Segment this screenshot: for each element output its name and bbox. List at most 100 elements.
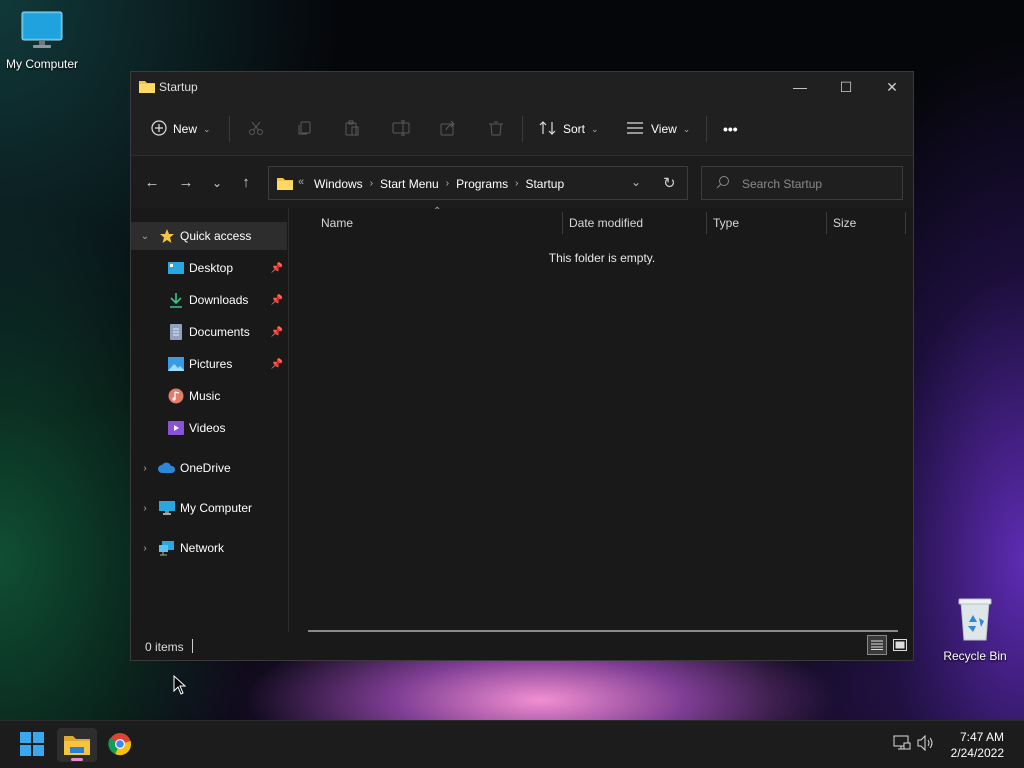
chevron-down-icon: ⌄ — [591, 123, 599, 134]
pictures-icon — [167, 356, 185, 372]
desktop-icon-my-computer[interactable]: My Computer — [0, 10, 84, 71]
folder-icon — [277, 176, 293, 193]
scissors-icon — [248, 120, 264, 139]
network-status-icon[interactable] — [893, 735, 911, 754]
breadcrumb-item[interactable]: Programs — [456, 177, 508, 191]
copy-icon — [297, 120, 313, 139]
sidebar-item-label: Documents — [189, 325, 250, 339]
title-bar[interactable]: Startup — ☐ ✕ — [131, 72, 913, 102]
chevron-down-icon: ⌄ — [682, 123, 691, 134]
breadcrumb-item[interactable]: Start Menu — [380, 177, 439, 191]
sidebar-item-music[interactable]: Music — [131, 382, 287, 410]
star-icon — [158, 228, 176, 244]
column-header-date-modified[interactable]: Date modified — [569, 208, 643, 238]
pin-icon[interactable]: 📌 — [271, 327, 283, 338]
breadcrumb-separator[interactable]: › — [515, 177, 518, 191]
close-icon: ✕ — [886, 78, 898, 95]
sidebar-item-quick-access[interactable]: ⌄ Quick access — [131, 222, 287, 250]
column-header-name[interactable]: Name — [321, 208, 353, 238]
address-dropdown-button[interactable]: ⌄ — [631, 175, 641, 189]
large-icons-view-button[interactable] — [890, 635, 910, 655]
clock-time: 7:47 AM — [959, 730, 1004, 744]
copy-button[interactable] — [297, 116, 313, 142]
maximize-button[interactable]: ☐ — [823, 72, 869, 102]
file-explorer-icon — [64, 733, 90, 758]
pin-icon[interactable]: 📌 — [271, 263, 283, 274]
breadcrumb-separator[interactable]: › — [446, 177, 449, 191]
sidebar-item-label: My Computer — [180, 501, 253, 515]
column-header-type[interactable]: Type — [713, 208, 739, 238]
sidebar-item-downloads[interactable]: Downloads 📌 — [131, 286, 287, 314]
column-divider[interactable] — [905, 212, 906, 234]
monitor-icon — [0, 10, 84, 53]
new-label: New — [173, 122, 198, 136]
sidebar-item-documents[interactable]: Documents 📌 — [131, 318, 287, 346]
volume-icon[interactable] — [917, 734, 935, 754]
paste-button[interactable] — [344, 116, 360, 142]
breadcrumb-item[interactable]: Windows — [314, 177, 363, 191]
music-icon — [167, 388, 185, 404]
sidebar-item-videos[interactable]: Videos — [131, 414, 287, 442]
folder-icon — [139, 79, 155, 96]
recent-locations-button[interactable]: ⌄ — [206, 172, 228, 194]
share-icon — [440, 120, 456, 139]
refresh-button[interactable]: ↻ — [663, 174, 676, 192]
recycle-bin-icon — [933, 596, 1017, 645]
more-options-button[interactable]: ••• — [723, 116, 738, 142]
sidebar-item-my-computer[interactable]: › My Computer — [131, 494, 287, 522]
maximize-icon: ☐ — [839, 78, 853, 95]
clock-date: 2/24/2022 — [950, 746, 1004, 760]
breadcrumb-overflow[interactable]: « — [298, 176, 304, 188]
breadcrumb: Windows › Start Menu › Programs › Startu… — [314, 177, 564, 191]
toolbar-divider — [522, 116, 523, 142]
address-bar[interactable]: « Windows › Start Menu › Programs › Star… — [268, 166, 688, 200]
forward-button[interactable]: → — [175, 172, 197, 194]
sidebar-item-network[interactable]: › Network — [131, 534, 287, 562]
paste-icon — [344, 120, 360, 139]
sidebar-item-desktop[interactable]: Desktop 📌 — [131, 254, 287, 282]
system-clock[interactable]: 7:47 AM 2/24/2022 — [951, 729, 1004, 761]
minimize-icon: — — [793, 79, 807, 95]
sidebar-item-label: Network — [180, 541, 225, 555]
sidebar-item-label: Pictures — [189, 357, 233, 371]
details-view-icon — [871, 640, 883, 650]
details-view-button[interactable] — [867, 635, 887, 655]
column-divider[interactable] — [826, 212, 827, 234]
breadcrumb-item[interactable]: Startup — [525, 177, 564, 191]
column-divider[interactable] — [706, 212, 707, 234]
start-button[interactable] — [12, 728, 52, 762]
minimize-button[interactable]: — — [777, 72, 823, 102]
pin-icon[interactable]: 📌 — [271, 359, 283, 370]
chevron-down-icon[interactable]: ⌄ — [138, 231, 152, 242]
search-box[interactable]: Search Startup — [701, 166, 903, 200]
taskbar-file-explorer[interactable] — [57, 728, 97, 762]
share-button[interactable] — [440, 116, 456, 142]
cut-button[interactable] — [248, 116, 264, 142]
command-bar: New ⌄ Sort ⌄ View ⌄ ••• — [131, 102, 913, 156]
desktop-icon-label: My Computer — [5, 57, 79, 71]
chrome-icon — [108, 732, 132, 759]
delete-button[interactable] — [488, 116, 504, 142]
sidebar-item-pictures[interactable]: Pictures 📌 — [131, 350, 287, 378]
breadcrumb-separator[interactable]: › — [370, 177, 373, 191]
file-explorer-window: Startup — ☐ ✕ New ⌄ Sort ⌄ View ⌄ ••• ← … — [130, 71, 914, 661]
chevron-right-icon[interactable]: › — [138, 543, 152, 554]
back-button[interactable]: ← — [141, 172, 163, 194]
chevron-right-icon[interactable]: › — [138, 463, 152, 474]
sort-button[interactable]: Sort ⌄ — [539, 116, 599, 142]
column-header-size[interactable]: Size — [833, 208, 856, 238]
sidebar-item-onedrive[interactable]: › OneDrive — [131, 454, 287, 482]
taskbar-chrome[interactable] — [100, 728, 140, 762]
navigation-row: ← → ⌄ ↑ « Windows › Start Menu › Program… — [131, 156, 913, 208]
new-button[interactable]: New ⌄ — [151, 116, 211, 142]
desktop-icon-recycle-bin[interactable]: Recycle Bin — [933, 596, 1017, 663]
chevron-right-icon[interactable]: › — [138, 503, 152, 514]
view-button[interactable]: View ⌄ — [627, 116, 690, 142]
rename-button[interactable] — [392, 116, 410, 142]
sort-icon — [539, 120, 557, 139]
up-button[interactable]: ↑ — [235, 172, 257, 194]
column-divider[interactable] — [562, 212, 563, 234]
close-button[interactable]: ✕ — [869, 72, 915, 102]
pin-icon[interactable]: 📌 — [271, 295, 283, 306]
active-indicator — [71, 758, 83, 761]
